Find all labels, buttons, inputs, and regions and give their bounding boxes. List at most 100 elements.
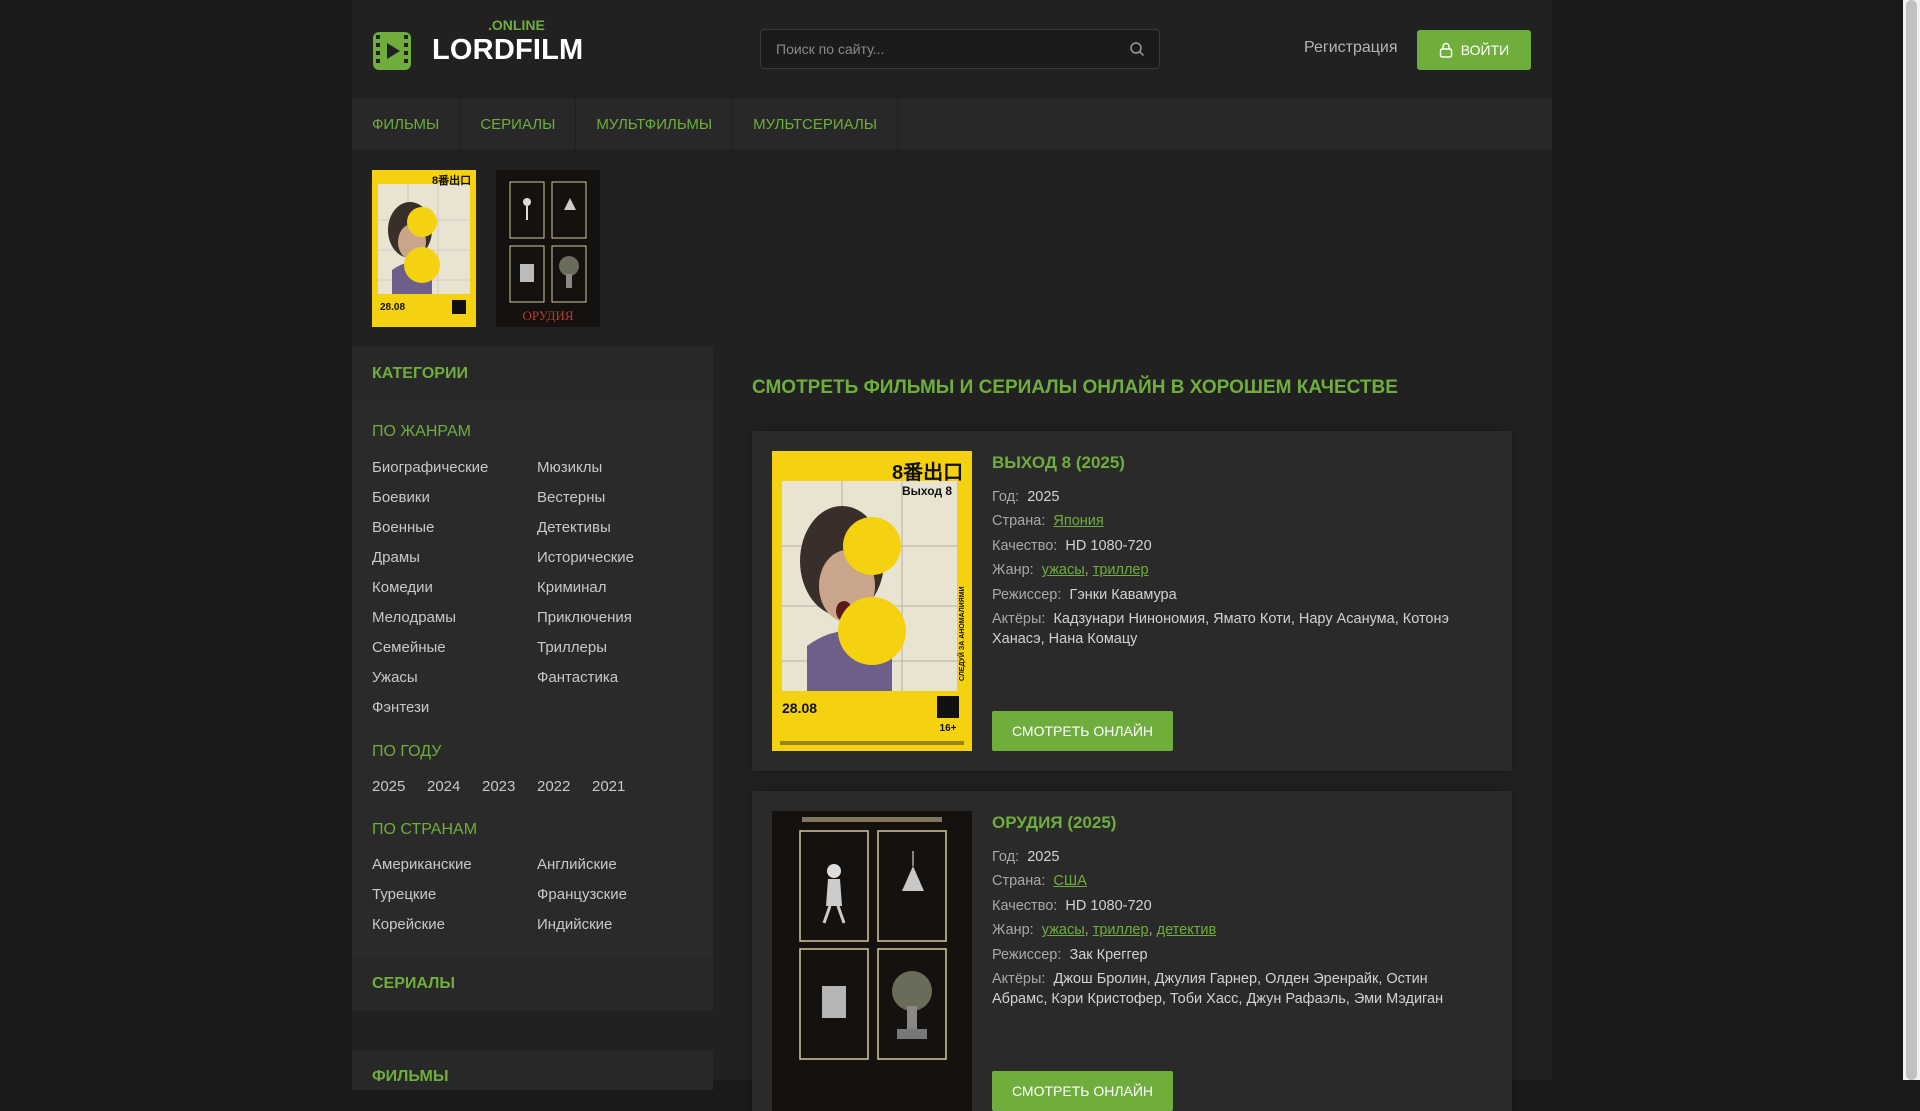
search-icon[interactable] [1129,41,1145,57]
country-link[interactable]: Турецкие [372,886,436,903]
genre-link[interactable]: Ужасы [372,669,418,686]
year-link[interactable]: 2024 [427,778,460,795]
poster-date: 28.08 [782,700,817,716]
genre-link[interactable]: Военные [372,519,434,536]
nav-item-series[interactable]: СЕРИАЛЫ [460,99,577,149]
watch-online-button[interactable]: СМОТРЕТЬ ОНЛАЙН [992,1071,1173,1111]
top-poster-weapons[interactable]: ОРУДИЯ [496,170,600,327]
genre-link[interactable]: ужасы [1042,922,1085,938]
svg-text:ОРУДИЯ: ОРУДИЯ [522,308,573,323]
genre-link[interactable]: Криминал [537,579,607,596]
movie-actors-row: Актёры: Кадзунари Нинономия, Ямато Коти,… [992,609,1482,649]
login-label: ВОЙТИ [1460,42,1510,58]
genre-link[interactable]: Биографические [372,459,488,476]
genre-link[interactable]: Семейные [372,639,446,656]
countries-heading: ПО СТРАНАМ [372,821,478,838]
country-link[interactable]: Американские [372,856,472,873]
genre-link[interactable]: триллер [1093,922,1149,938]
actors-label: Актёры: [992,971,1046,987]
serials-heading[interactable]: СЕРИАЛЫ [352,957,713,1011]
movie-card: ОРУДИЯ (2025) Год: 2025 Страна: США Каче… [752,791,1512,1111]
year-link[interactable]: 2022 [537,778,570,795]
logo-name[interactable]: LORDFILM [432,34,583,67]
search-box [760,29,1160,69]
exit8-poster-image: 8番出口 28.08 [372,170,476,327]
movie-country-row: Страна: США [992,871,1482,891]
year-value: 2025 [1027,489,1060,505]
movie-actors-row: Актёры: Джош Бролин, Джулия Гарнер, Олде… [992,969,1482,1009]
genre-link[interactable]: Мелодрамы [372,609,456,626]
genre-link[interactable]: Драмы [372,549,420,566]
country-link[interactable]: США [1053,873,1086,889]
register-link[interactable]: Регистрация [1304,39,1398,57]
genre-link[interactable]: Исторические [537,549,634,566]
login-button[interactable]: ВОЙТИ [1417,30,1531,70]
actors-value: Кадзунари Нинономия, Ямато Коти, Нару Ас… [992,611,1449,647]
genre-link[interactable]: детектив [1157,922,1217,938]
nav-item-cartoons[interactable]: МУЛЬТФИЛЬМЫ [576,99,734,149]
year-link[interactable]: 2025 [372,778,405,795]
genre-link[interactable]: Боевики [372,489,430,506]
poster-tagline: СЛЕДУЙ ЗА АНОМАЛИЯМИ [957,586,966,681]
genre-link[interactable]: Приключения [537,609,632,626]
genre-link[interactable]: ужасы [1042,562,1085,578]
main-nav: ФИЛЬМЫ СЕРИАЛЫ МУЛЬТФИЛЬМЫ МУЛЬТСЕРИАЛЫ [352,99,1552,149]
country-link[interactable]: Английские [537,856,617,873]
year-link[interactable]: 2021 [592,778,625,795]
genre-link[interactable]: Детективы [537,519,611,536]
page-scrollbar[interactable] [1903,0,1920,1080]
watch-online-button[interactable]: СМОТРЕТЬ ОНЛАЙН [992,711,1173,751]
country-link[interactable]: Корейские [372,916,445,933]
genres-heading: ПО ЖАНРАМ [372,423,471,440]
genre-label: Жанр: [992,562,1034,578]
country-link[interactable]: Индийские [537,916,612,933]
years-heading: ПО ГОДУ [372,743,442,760]
logo-online-text[interactable]: .ONLINE [488,17,545,33]
genre-label: Жанр: [992,922,1034,938]
country-label: Страна: [992,513,1046,529]
sidebar: КАТЕГОРИИ ПО ЖАНРАМ Биографические Боеви… [352,347,713,1090]
country-link[interactable]: Французские [537,886,627,903]
movie-country-row: Страна: Япония [992,511,1482,531]
movie-director-row: Режиссер: Зак Креггер [992,945,1482,965]
director-label: Режиссер: [992,587,1062,603]
exit8-poster-image: 8番出口 Выход 8 28.08 16+ СЛЕДУЙ ЗА АНОМАЛИ… [772,451,972,751]
page-title: СМОТРЕТЬ ФИЛЬМЫ И СЕРИАЛЫ ОНЛАЙН В ХОРОШ… [752,377,1398,398]
nav-item-cartoon-series[interactable]: МУЛЬТСЕРИАЛЫ [733,99,899,149]
movie-title[interactable]: ОРУДИЯ (2025) [992,813,1116,833]
genre-link[interactable]: Мюзиклы [537,459,602,476]
categories-heading: КАТЕГОРИИ [352,347,713,401]
movie-quality-row: Качество: HD 1080-720 [992,896,1482,916]
actors-value: Джош Бролин, Джулия Гарнер, Олден Эренра… [992,971,1444,1007]
movie-poster[interactable]: 8番出口 Выход 8 28.08 16+ СЛЕДУЙ ЗА АНОМАЛИ… [772,451,972,751]
genre-link[interactable]: Фэнтези [372,699,429,716]
quality-label: Качество: [992,898,1058,914]
top-poster-exit8[interactable]: 8番出口 28.08 [372,170,476,327]
search-input[interactable] [761,30,1131,68]
movie-genre-row: Жанр: ужасы, триллер [992,562,1149,578]
genre-link[interactable]: Триллеры [537,639,607,656]
films-heading[interactable]: ФИЛЬМЫ [372,1068,448,1086]
poster-rating: 16+ [940,723,957,734]
weapons-poster-image [772,811,972,1111]
genre-link[interactable]: Вестерны [537,489,605,506]
sidebar-divider [352,1011,713,1035]
nav-item-films[interactable]: ФИЛЬМЫ [352,99,461,149]
page-container: .ONLINE LORDFILM Регистрация ВОЙТИ ФИЛЬМ… [352,0,1552,1111]
scrollbar-thumb[interactable] [1906,0,1917,1080]
lock-icon [1439,42,1452,58]
genre-link[interactable]: Фантастика [537,669,618,686]
movie-poster[interactable] [772,811,972,1111]
year-value: 2025 [1027,849,1060,865]
poster-jp-title: 8番出口 [892,461,963,484]
genre-link[interactable]: триллер [1093,562,1149,578]
year-link[interactable]: 2023 [482,778,515,795]
genre-link[interactable]: Комедии [372,579,433,596]
country-link[interactable]: Япония [1053,513,1103,529]
movie-title[interactable]: ВЫХОД 8 (2025) [992,453,1125,473]
svg-text:8番出口: 8番出口 [432,173,471,187]
film-logo-icon[interactable] [372,31,412,71]
movie-year-row: Год: 2025 [992,487,1482,507]
movie-director-row: Режиссер: Гэнки Кавамура [992,585,1482,605]
weapons-poster-image: ОРУДИЯ [496,170,600,327]
